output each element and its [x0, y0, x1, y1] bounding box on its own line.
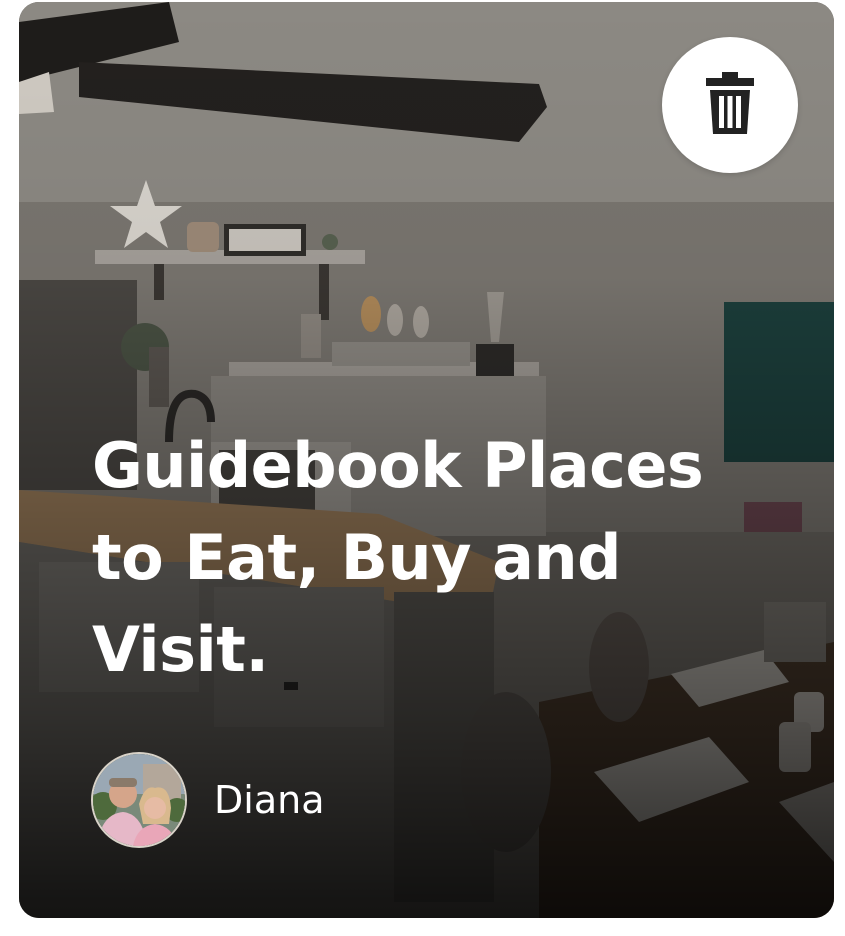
author-name: Diana	[214, 778, 325, 822]
trash-icon	[706, 72, 754, 138]
guidebook-title: Guidebook Places to Eat, Buy and Visit.	[92, 429, 704, 686]
avatar	[91, 752, 187, 848]
delete-button[interactable]	[662, 37, 798, 173]
author-chip[interactable]: Diana	[91, 752, 324, 848]
guidebook-card[interactable]: Guidebook Places to Eat, Buy and Visit. …	[19, 2, 834, 918]
